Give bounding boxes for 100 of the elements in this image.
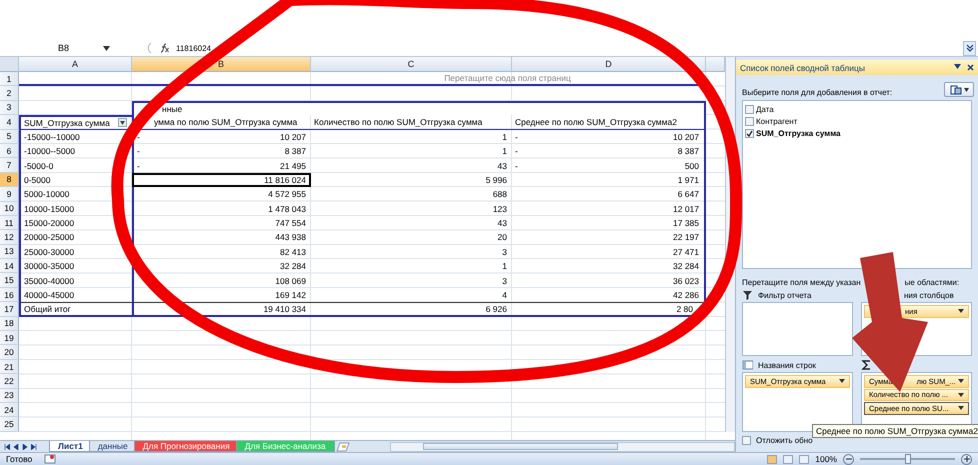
table-cell[interactable]: 6 647 (512, 187, 706, 202)
checkbox[interactable] (745, 128, 754, 138)
view-button[interactable] (783, 454, 794, 464)
macro-record-icon[interactable] (44, 454, 56, 464)
table-cell[interactable]: 22 197 (512, 230, 706, 245)
sheet-tab[interactable]: данные (88, 441, 137, 452)
caret-icon[interactable] (103, 46, 110, 50)
row-header[interactable]: 13 (0, 244, 19, 260)
row-header[interactable]: 7 (0, 158, 19, 173)
table-cell[interactable]: 108 069 (132, 273, 311, 288)
sheet-nav-icon[interactable] (31, 444, 37, 450)
formula-value[interactable]: 11816024 (176, 44, 211, 52)
row-header[interactable]: 9 (0, 187, 19, 202)
table-cell[interactable]: 169 142 (132, 288, 311, 302)
table-cell[interactable]: 27 471 (512, 244, 706, 260)
table-cell[interactable]: 43 (311, 216, 512, 230)
layout-button[interactable] (944, 82, 974, 97)
checkbox[interactable] (745, 116, 754, 126)
row-header[interactable]: 15 (0, 273, 19, 288)
filter-dropdown-button[interactable] (118, 118, 127, 128)
table-cell[interactable]: 43 (311, 158, 512, 173)
column-header[interactable]: C (311, 57, 512, 72)
table-cell[interactable]: 4 (311, 288, 512, 302)
table-cell[interactable]: 443 938 (132, 230, 311, 245)
row-header[interactable]: 20 (0, 345, 19, 360)
cell-value: 27 471 (673, 246, 699, 257)
sheet-nav-icon[interactable] (4, 444, 10, 450)
cell-value: 43 (498, 218, 507, 228)
row-header[interactable]: 12 (0, 230, 19, 245)
field-label[interactable]: Дата (756, 104, 774, 114)
table-cell[interactable]: - 8 387 (132, 144, 311, 158)
row-header[interactable]: 10 (0, 202, 19, 216)
table-cell[interactable]: 32 284 (132, 259, 311, 274)
row-header[interactable]: 6 (0, 144, 19, 158)
row-header[interactable]: 5 (0, 130, 19, 144)
sheet-tab[interactable]: Для Прогнозирования (134, 441, 239, 452)
table-cell[interactable]: 17 385 (512, 216, 706, 230)
row-header[interactable]: 14 (0, 259, 19, 274)
table-cell[interactable]: 3 (311, 273, 512, 288)
field-label[interactable]: SUM_Отгрузка сумма (756, 128, 840, 138)
table-cell[interactable]: 82 413 (132, 244, 311, 260)
row-header[interactable]: 8 (0, 172, 19, 188)
table-cell[interactable]: - 10 207 (132, 130, 311, 144)
table-cell[interactable]: 1 (311, 144, 512, 158)
insert-sheet-icon[interactable] (334, 442, 351, 452)
row-header[interactable]: 16 (0, 288, 19, 302)
row-header[interactable]: 3 (0, 100, 19, 116)
table-cell[interactable]: - 500 (512, 158, 706, 173)
row-header[interactable]: 11 (0, 216, 19, 230)
checkbox[interactable] (745, 104, 754, 114)
function-icon[interactable] (160, 43, 170, 53)
row-header[interactable]: 18 (0, 316, 19, 332)
table-cell[interactable]: 36 023 (512, 273, 706, 288)
table-cell[interactable]: 123 (311, 202, 512, 216)
field-label[interactable]: Контрагент (756, 116, 798, 126)
row-header[interactable]: 2 (0, 86, 19, 101)
row-header[interactable]: 24 (0, 402, 19, 418)
row-header[interactable]: 21 (0, 360, 19, 374)
close-icon[interactable] (967, 64, 974, 71)
table-cell[interactable]: - 10 207 (512, 130, 706, 144)
cell-value: 1 478 043 (268, 204, 306, 214)
row-header[interactable]: 17 (0, 302, 19, 317)
row-header[interactable]: 23 (0, 388, 19, 403)
zoom-in-button[interactable] (961, 454, 972, 464)
table-cell[interactable]: 1 (311, 130, 512, 144)
zoom-level[interactable]: 100% (815, 454, 837, 464)
table-cell[interactable]: 1 971 (512, 172, 706, 188)
table-cell[interactable]: 1 478 043 (132, 202, 311, 216)
table-cell[interactable]: 1 (311, 259, 512, 274)
row-header[interactable]: 4 (0, 115, 19, 130)
checkbox[interactable] (742, 436, 751, 445)
row-header[interactable]: 1 (0, 72, 19, 86)
zoom-out-button[interactable] (843, 454, 854, 464)
column-header[interactable]: A (19, 57, 132, 72)
row-header[interactable]: 19 (0, 331, 19, 346)
table-cell[interactable]: 42 286 (512, 288, 706, 302)
caret-icon[interactable] (954, 64, 961, 69)
name-box[interactable]: B8 (58, 43, 70, 53)
horizontal-scrollbar[interactable] (390, 442, 735, 452)
table-cell[interactable]: - 21 495 (132, 158, 311, 173)
table-cell[interactable]: 5 996 (311, 172, 512, 188)
table-cell[interactable]: 3 (311, 244, 512, 260)
view-button[interactable] (799, 454, 810, 464)
sheet-tab[interactable]: Лист1 (49, 441, 92, 452)
expand-button[interactable] (963, 40, 976, 56)
areas-hint: ые областями: (904, 278, 960, 287)
table-cell[interactable]: - 8 387 (512, 144, 706, 158)
defer-label[interactable]: Отложить обно (756, 436, 813, 445)
zoom-slider-thumb[interactable] (904, 454, 910, 464)
row-header[interactable]: 22 (0, 374, 19, 389)
column-header[interactable]: D (512, 57, 706, 72)
row-header[interactable]: 25 (0, 417, 19, 432)
table-cell[interactable]: 20 (311, 230, 512, 245)
table-cell[interactable]: 4 572 955 (132, 187, 311, 202)
table-cell[interactable]: 11 816 024 (132, 172, 311, 188)
table-cell[interactable]: 12 017 (512, 202, 706, 216)
table-cell[interactable]: 688 (311, 187, 512, 202)
table-cell[interactable]: 32 284 (512, 259, 706, 274)
check-icon (746, 130, 753, 136)
table-cell[interactable]: 747 554 (132, 216, 311, 230)
